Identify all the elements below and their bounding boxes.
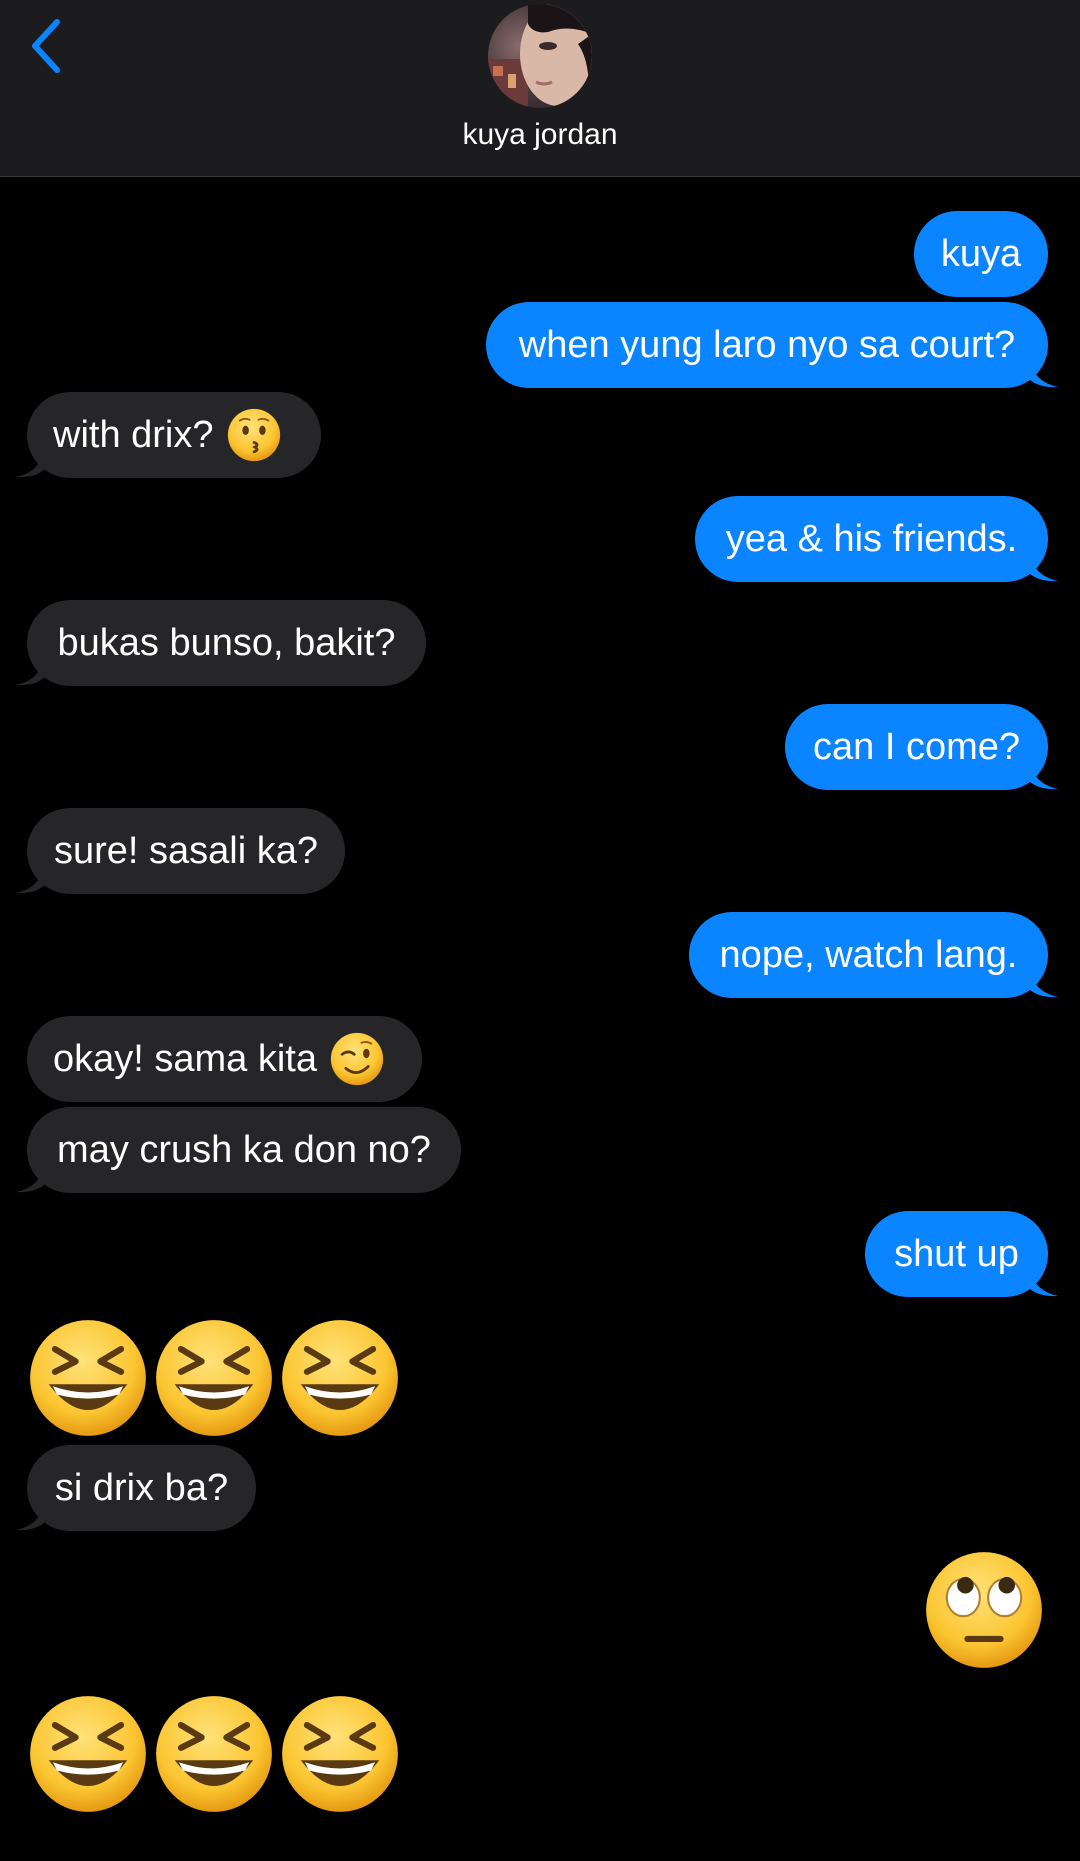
laughing-face-icon [30, 1696, 146, 1812]
sent-message[interactable]: kuya [914, 211, 1048, 297]
sent-emoji-message[interactable] [922, 1548, 1046, 1672]
sent-message[interactable]: nope, watch lang. [689, 912, 1048, 998]
message-text: yea & his friends. [725, 518, 1018, 560]
bubble-tail [16, 866, 44, 894]
rolling-eyes-face-icon [926, 1552, 1042, 1668]
sent-message[interactable]: yea & his friends. [695, 496, 1048, 582]
bubble-tail [1030, 762, 1058, 790]
back-button[interactable] [10, 8, 80, 84]
message-text: bukas bunso, bakit? [57, 622, 396, 664]
message-text: kuya [940, 233, 1022, 275]
received-message[interactable]: sure! sasali ka? [27, 808, 345, 894]
sent-message[interactable]: shut up [865, 1211, 1048, 1297]
received-message[interactable]: bukas bunso, bakit? [27, 600, 426, 686]
laughing-face-icon [156, 1320, 272, 1436]
avatar[interactable] [488, 4, 592, 108]
winking-face-icon [330, 1032, 384, 1086]
conversation-header: kuya jordan [0, 0, 1080, 177]
received-message[interactable]: okay! sama kita [27, 1016, 422, 1102]
message-text: nope, watch lang. [719, 934, 1018, 976]
laughing-face-icon [282, 1696, 398, 1812]
bubble-tail [16, 1503, 44, 1531]
laughing-face-icon [282, 1320, 398, 1436]
bubble-tail [1030, 554, 1058, 582]
received-message[interactable]: si drix ba? [27, 1445, 256, 1531]
message-text: okay! sama kita [53, 1038, 317, 1080]
sent-message[interactable]: when yung laro nyo sa court? [486, 302, 1048, 388]
laughing-face-icon [30, 1320, 146, 1436]
bubble-tail [16, 450, 44, 478]
chevron-left-icon [32, 19, 60, 73]
laughing-face-icon [156, 1696, 272, 1812]
message-text: shut up [894, 1233, 1019, 1275]
received-message[interactable]: with drix? [27, 392, 321, 478]
message-text: sure! sasali ka? [53, 830, 318, 872]
bubble-tail [1030, 360, 1058, 388]
received-emoji-message[interactable] [26, 1316, 406, 1440]
received-message[interactable]: may crush ka don no? [27, 1107, 461, 1193]
message-text: may crush ka don no? [57, 1129, 431, 1171]
bubble-tail [16, 1165, 44, 1193]
message-text: when yung laro nyo sa court? [518, 324, 1016, 366]
contact-name[interactable]: kuya jordan [0, 118, 1080, 152]
kissing-face-icon [227, 408, 280, 462]
message-text: with drix? [53, 414, 214, 456]
received-emoji-message[interactable] [26, 1692, 406, 1816]
message-text: can I come? [813, 726, 1020, 768]
bubble-tail [1030, 970, 1058, 998]
bubble-tail [1030, 1269, 1058, 1297]
contact-photo [488, 4, 592, 108]
sent-message[interactable]: can I come? [785, 704, 1048, 790]
bubble-tail [16, 658, 44, 686]
message-text: si drix ba? [54, 1467, 229, 1509]
